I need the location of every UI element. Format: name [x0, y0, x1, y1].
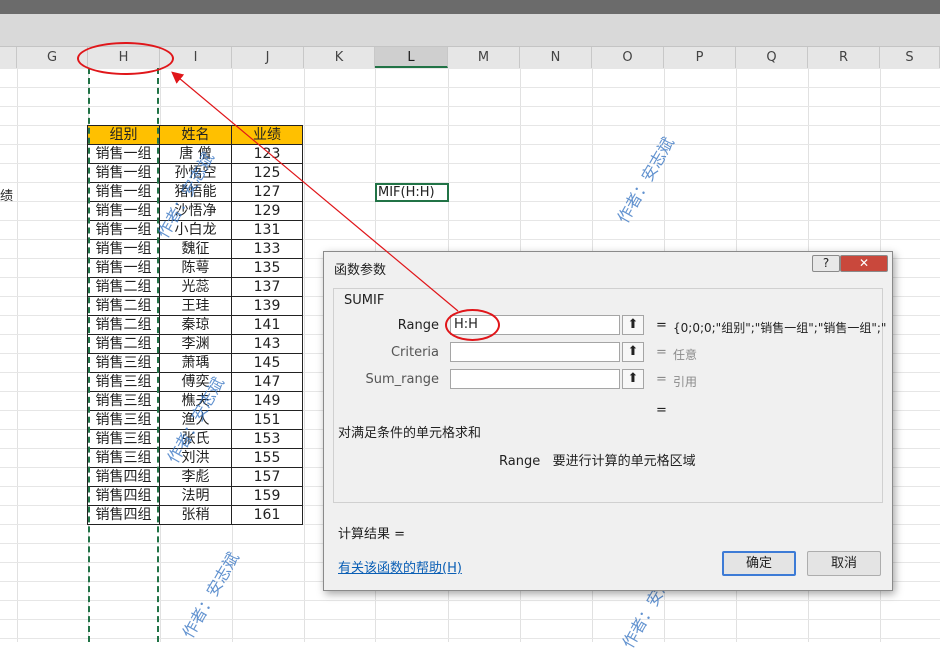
- annotation-arrow: [171, 71, 459, 312]
